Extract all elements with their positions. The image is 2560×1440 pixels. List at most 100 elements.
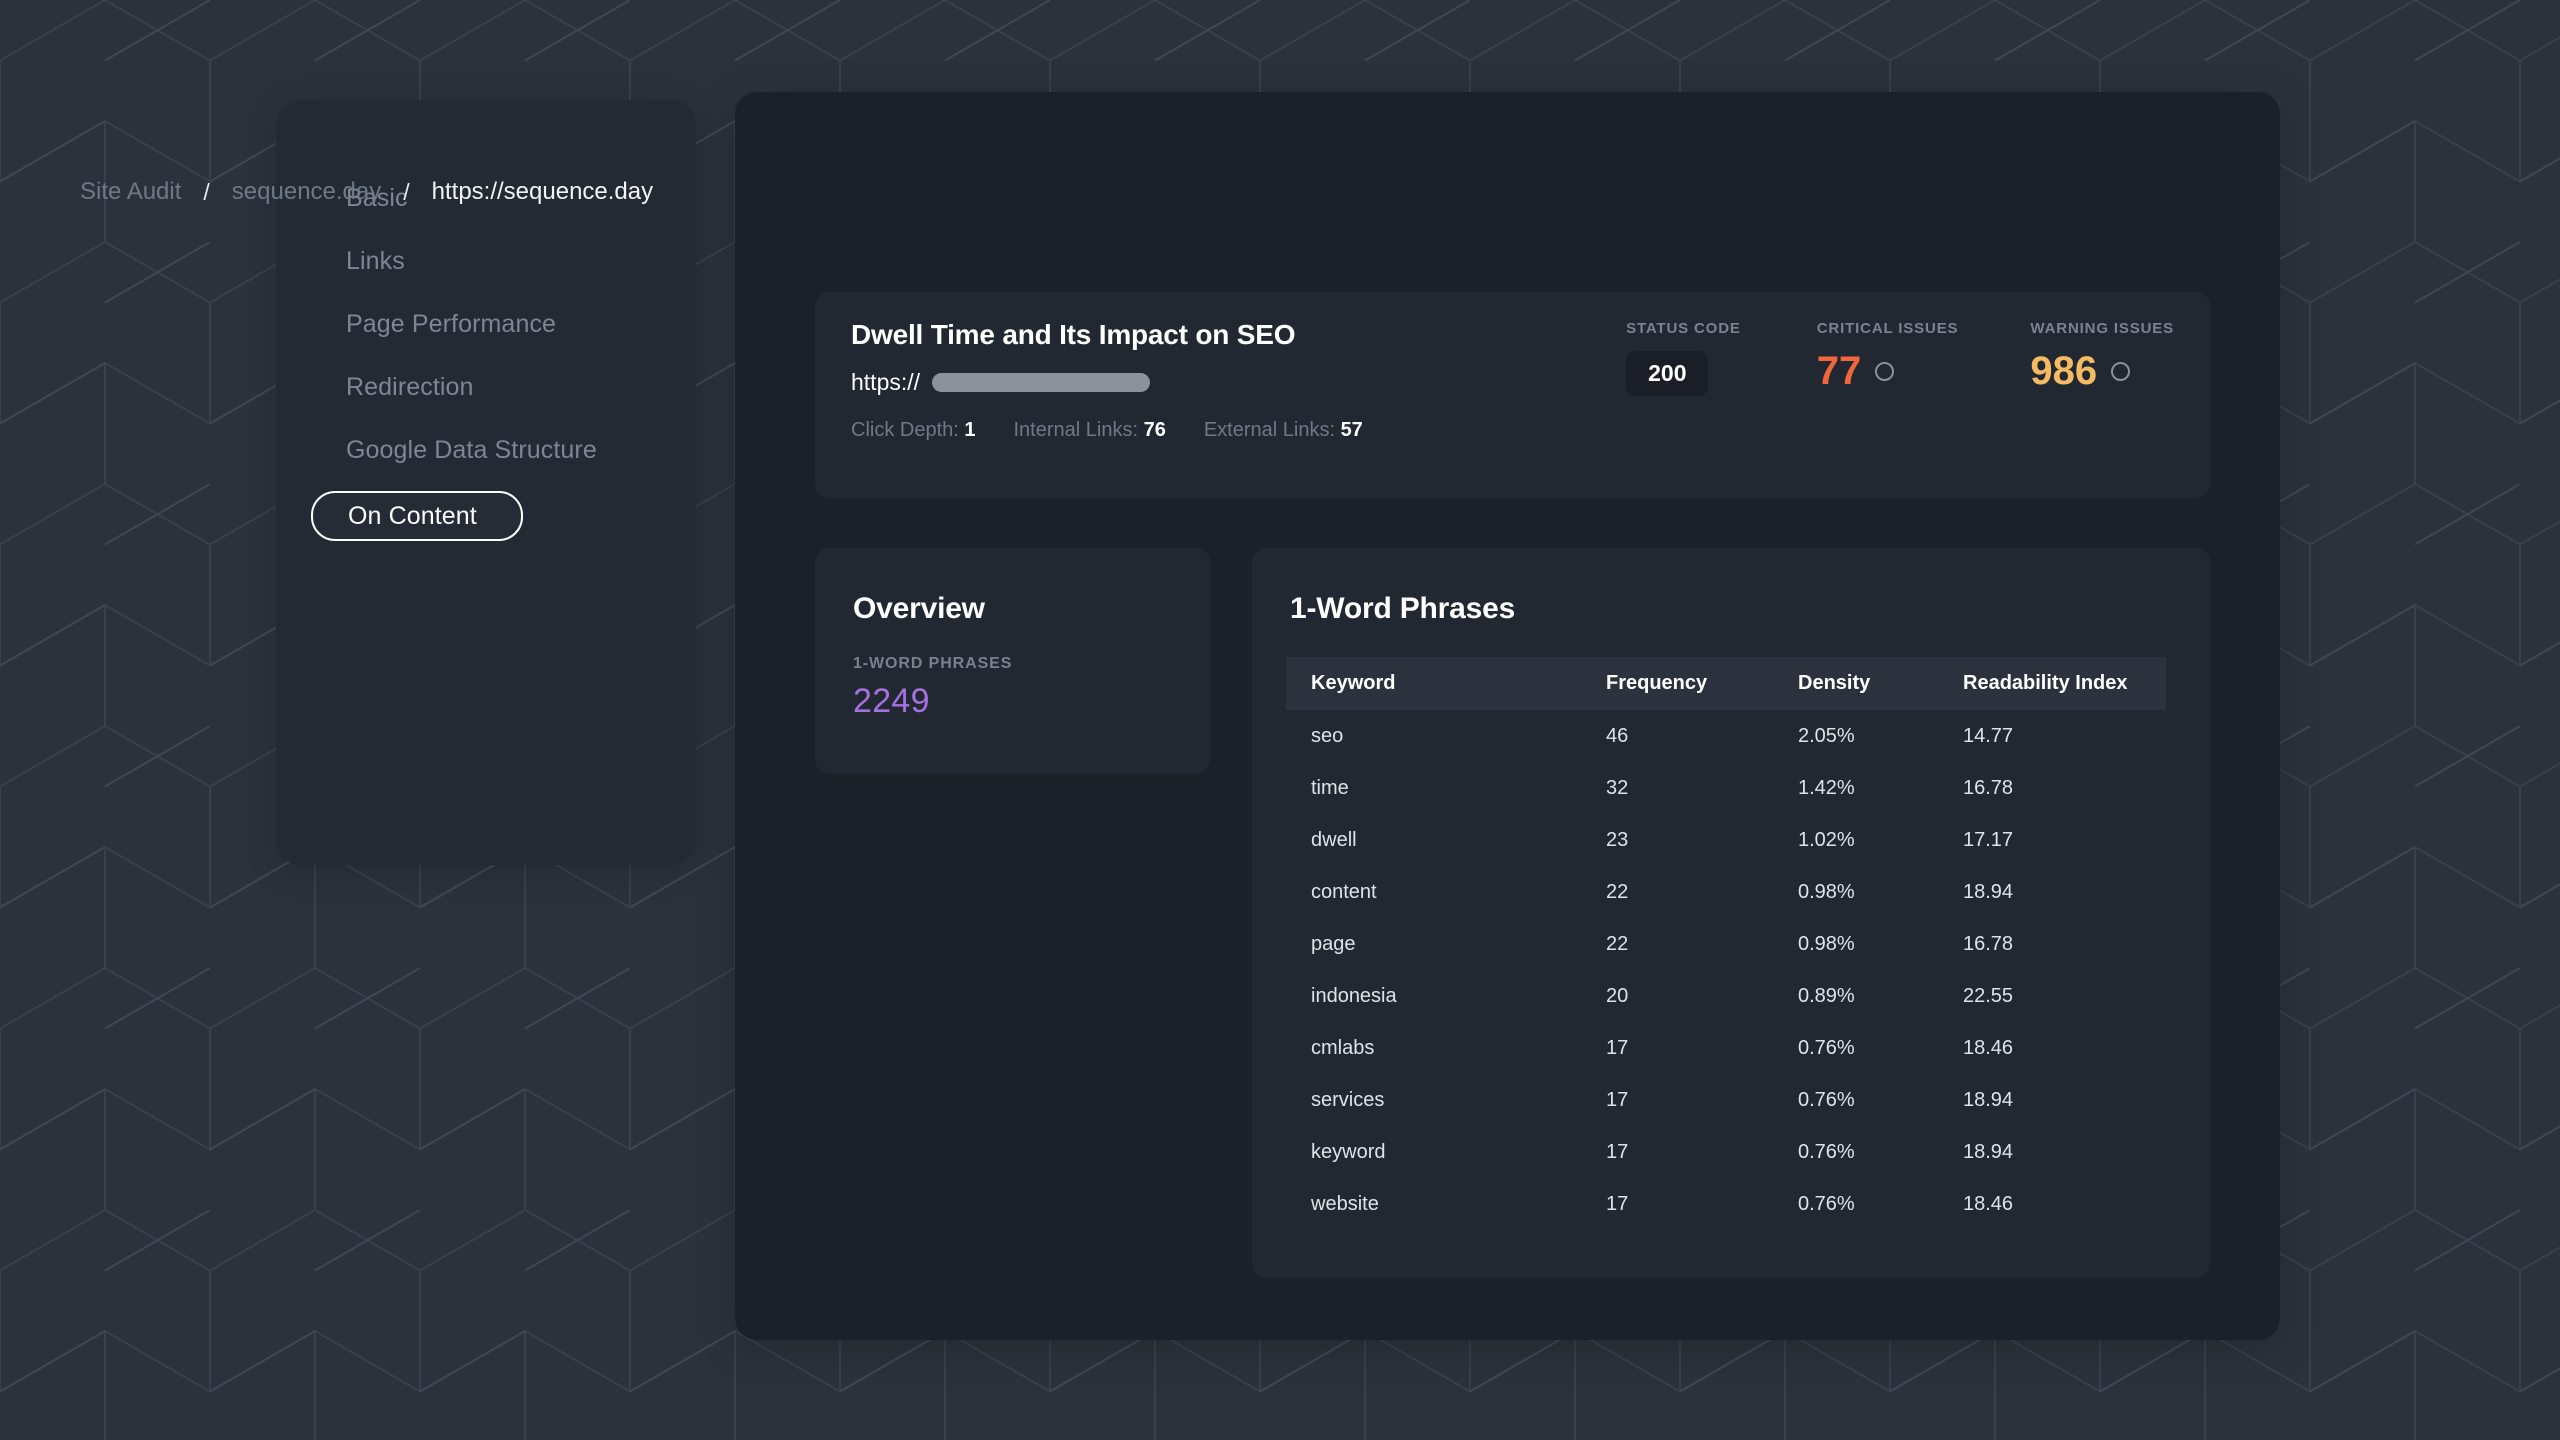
meta-internal-links-label: Internal Links: bbox=[1013, 419, 1139, 441]
cell-density: 0.98% bbox=[1798, 933, 1855, 955]
breadcrumb-item-site-audit[interactable]: Site Audit bbox=[80, 178, 181, 206]
cell-frequency: 17 bbox=[1606, 1089, 1629, 1111]
cell-frequency: 32 bbox=[1606, 777, 1629, 799]
meta-external-links-label: External Links: bbox=[1203, 419, 1335, 441]
cell-keyword: page bbox=[1311, 933, 1356, 955]
overview-metric-label: 1-WORD PHRASES bbox=[853, 655, 1013, 672]
overview-metric-value: 2249 bbox=[853, 682, 930, 720]
breadcrumb-separator: / bbox=[203, 178, 210, 205]
summary-stats-group: STATUS CODE 200 CRITICAL ISSUES 77 WARNI… bbox=[1626, 320, 2174, 396]
phrases-table-body: seo 46 2.05% 14.77 time 32 1.42% 16.78 dwell 23 1.… bbox=[1286, 710, 2166, 1230]
cell-frequency: 17 bbox=[1606, 1037, 1629, 1059]
column-header-density[interactable]: Density bbox=[1798, 657, 1963, 710]
table-row[interactable]: page 22 0.98% 16.78 bbox=[1286, 918, 2166, 970]
cell-density: 1.42% bbox=[1798, 777, 1855, 799]
table-row[interactable]: time 32 1.42% 16.78 bbox=[1286, 762, 2166, 814]
cell-keyword: services bbox=[1311, 1089, 1385, 1111]
stat-warning-issues-label: WARNING ISSUES bbox=[2030, 320, 2174, 337]
page-summary-card: Dwell Time and Its Impact on SEO https:/… bbox=[815, 292, 2210, 498]
cell-density: 0.76% bbox=[1798, 1193, 1855, 1215]
cell-keyword: time bbox=[1311, 777, 1349, 799]
stat-warning-issues-value: 986 bbox=[2030, 349, 2098, 393]
column-header-readability-index[interactable]: Readability Index bbox=[1963, 657, 2166, 710]
table-row[interactable]: indonesia 20 0.89% 22.55 bbox=[1286, 970, 2166, 1022]
sidebar-item-google-data-structure[interactable]: Google Data Structure bbox=[276, 428, 696, 472]
table-header-row: Keyword Frequency Density Readability In… bbox=[1286, 657, 2166, 710]
phrases-title: 1-Word Phrases bbox=[1290, 592, 1516, 625]
cell-frequency: 17 bbox=[1606, 1193, 1629, 1215]
table-row[interactable]: services 17 0.76% 18.94 bbox=[1286, 1074, 2166, 1126]
cell-frequency: 22 bbox=[1606, 881, 1629, 903]
cell-frequency: 22 bbox=[1606, 933, 1629, 955]
overview-card: Overview 1-WORD PHRASES 2249 bbox=[815, 548, 1210, 774]
table-row[interactable]: seo 46 2.05% 14.77 bbox=[1286, 710, 2166, 762]
cell-readability-index: 17.17 bbox=[1963, 829, 2014, 851]
sidebar-item-on-content[interactable]: On Content bbox=[311, 491, 523, 541]
cell-density: 1.02% bbox=[1798, 829, 1855, 851]
stat-critical-issues-value: 77 bbox=[1816, 349, 1862, 393]
cell-density: 0.89% bbox=[1798, 985, 1855, 1007]
cell-density: 2.05% bbox=[1798, 725, 1855, 747]
table-row[interactable]: dwell 23 1.02% 17.17 bbox=[1286, 814, 2166, 866]
page-url-row: https:// bbox=[851, 369, 1151, 396]
table-row[interactable]: content 22 0.98% 18.94 bbox=[1286, 866, 2166, 918]
cell-readability-index: 18.94 bbox=[1963, 881, 2014, 903]
stat-status-code-label: STATUS CODE bbox=[1626, 320, 1741, 337]
cell-readability-index: 18.46 bbox=[1963, 1193, 2014, 1215]
meta-internal-links-value: 76 bbox=[1143, 419, 1166, 441]
cell-frequency: 20 bbox=[1606, 985, 1629, 1007]
table-row[interactable]: website 17 0.76% 18.46 bbox=[1286, 1178, 2166, 1230]
phrases-table-head: Keyword Frequency Density Readability In… bbox=[1286, 657, 2166, 710]
cell-density: 0.76% bbox=[1798, 1037, 1855, 1059]
sidebar-panel: Basic Links Page Performance Redirection… bbox=[276, 100, 696, 865]
cell-frequency: 23 bbox=[1606, 829, 1629, 851]
column-header-keyword[interactable]: Keyword bbox=[1286, 657, 1606, 710]
cell-density: 0.76% bbox=[1798, 1089, 1855, 1111]
phrases-table: Keyword Frequency Density Readability In… bbox=[1286, 657, 2166, 1230]
meta-click-depth-label: Click Depth: bbox=[851, 419, 959, 441]
meta-click-depth: Click Depth: 1 bbox=[851, 419, 976, 442]
one-word-phrases-card: 1-Word Phrases Keyword Frequency Density… bbox=[1252, 548, 2210, 1278]
cell-readability-index: 16.78 bbox=[1963, 777, 2014, 799]
table-row[interactable]: cmlabs 17 0.76% 18.46 bbox=[1286, 1022, 2166, 1074]
meta-external-links: External Links: 57 bbox=[1204, 419, 1363, 442]
url-redacted-bar bbox=[932, 373, 1151, 392]
meta-click-depth-value: 1 bbox=[964, 419, 976, 441]
meta-internal-links: Internal Links: 76 bbox=[1014, 419, 1166, 442]
table-row[interactable]: keyword 17 0.76% 18.94 bbox=[1286, 1126, 2166, 1178]
cell-readability-index: 18.94 bbox=[1963, 1089, 2014, 1111]
cell-density: 0.76% bbox=[1798, 1141, 1855, 1163]
cell-frequency: 17 bbox=[1606, 1141, 1629, 1163]
cell-keyword: indonesia bbox=[1311, 985, 1397, 1007]
stat-warning-issues: WARNING ISSUES 986 bbox=[2030, 320, 2174, 391]
circle-icon bbox=[1875, 361, 1895, 381]
stat-status-code: STATUS CODE 200 bbox=[1626, 320, 1741, 396]
cell-keyword: website bbox=[1311, 1193, 1379, 1215]
cell-density: 0.98% bbox=[1798, 881, 1855, 903]
breadcrumb-separator: / bbox=[403, 178, 410, 205]
page-title: Dwell Time and Its Impact on SEO bbox=[851, 319, 1296, 350]
cell-keyword: keyword bbox=[1311, 1141, 1386, 1163]
status-code-badge: 200 bbox=[1626, 351, 1709, 396]
page-meta-row: Click Depth: 1 Internal Links: 76 Extern… bbox=[851, 419, 1401, 442]
column-header-frequency[interactable]: Frequency bbox=[1606, 657, 1798, 710]
cell-readability-index: 18.94 bbox=[1963, 1141, 2014, 1163]
sidebar-item-page-performance[interactable]: Page Performance bbox=[276, 302, 696, 346]
cell-readability-index: 18.46 bbox=[1963, 1037, 2014, 1059]
stat-critical-issues: CRITICAL ISSUES 77 bbox=[1817, 320, 1959, 391]
meta-external-links-value: 57 bbox=[1340, 419, 1363, 441]
breadcrumb-item-current-url[interactable]: https://sequence.day bbox=[432, 178, 653, 206]
sidebar-item-links[interactable]: Links bbox=[276, 239, 696, 283]
breadcrumb-item-domain[interactable]: sequence.day bbox=[232, 178, 381, 206]
breadcrumb: Site Audit / sequence.day / https://sequ… bbox=[80, 178, 653, 206]
overview-title: Overview bbox=[853, 592, 985, 625]
cell-keyword: content bbox=[1311, 881, 1377, 903]
cell-keyword: seo bbox=[1311, 725, 1344, 747]
sidebar-item-redirection[interactable]: Redirection bbox=[276, 365, 696, 409]
cell-readability-index: 16.78 bbox=[1963, 933, 2014, 955]
cell-keyword: dwell bbox=[1311, 829, 1357, 851]
circle-icon bbox=[2111, 361, 2131, 381]
cell-readability-index: 14.77 bbox=[1963, 725, 2014, 747]
url-scheme-label: https:// bbox=[851, 369, 921, 395]
cell-keyword: cmlabs bbox=[1311, 1037, 1375, 1059]
